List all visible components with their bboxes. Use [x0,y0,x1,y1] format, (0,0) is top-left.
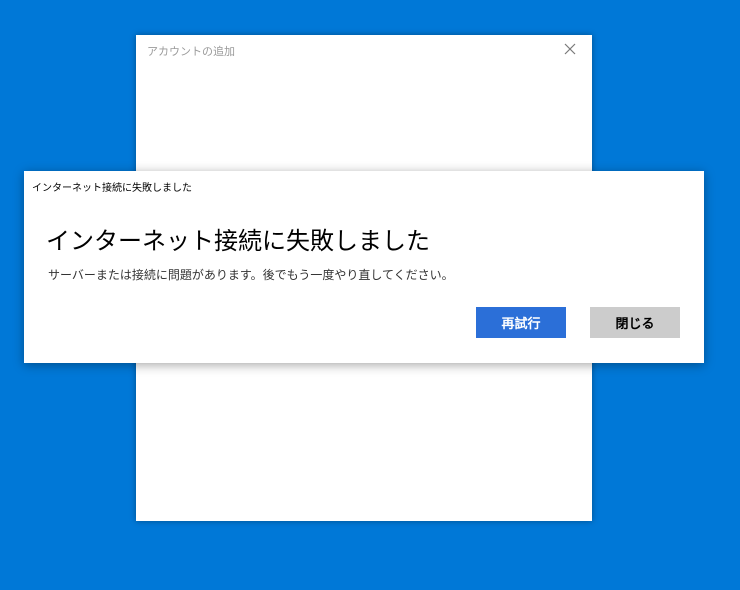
close-icon[interactable] [562,41,578,57]
retry-button[interactable]: 再試行 [476,307,566,338]
dialog-title: インターネット接続に失敗しました [32,183,192,194]
close-button[interactable]: 閉じる [590,307,680,338]
error-dialog: インターネット接続に失敗しました インターネット接続に失敗しました サーバーまた… [24,171,704,363]
dialog-message: サーバーまたは接続に問題があります。後でもう一度やり直してください。 [48,268,454,282]
window-title: アカウントの追加 [147,45,235,58]
dialog-heading: インターネット接続に失敗しました [46,227,430,255]
